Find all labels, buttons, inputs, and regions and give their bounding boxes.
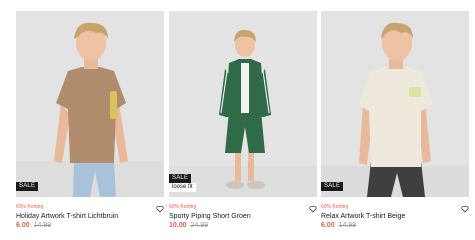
- wishlist-heart-icon[interactable]: [156, 205, 164, 213]
- sale-badge: SALE: [16, 182, 39, 191]
- product-meta: 60% Korting Relax Artwork T-shirt Beige …: [321, 204, 469, 230]
- original-price: 24.99: [190, 222, 209, 229]
- sale-badge: SALE: [321, 182, 344, 191]
- badge-group: SALE: [16, 182, 39, 191]
- price-row: 6.00 14.99: [16, 221, 164, 230]
- discount-label: 60% Korting: [16, 204, 44, 210]
- product-card[interactable]: SALE loose fit 60% Korting Sporty Piping…: [169, 11, 317, 236]
- product-name-link[interactable]: Holiday Artwork T-shirt Lichtbruin: [16, 212, 164, 221]
- price-row: 10.00 24.99: [169, 221, 317, 230]
- product-card[interactable]: SALE 60% Korting Relax Artwork T-shirt B…: [321, 11, 469, 236]
- product-grid: SALE 60% Korting Holiday Artwork T-shirt…: [0, 0, 475, 240]
- original-price: 14.99: [338, 222, 357, 229]
- product-image[interactable]: SALE: [321, 11, 469, 197]
- product-name-link[interactable]: Relax Artwork T-shirt Beige: [321, 212, 469, 221]
- product-photo-illustration: [169, 11, 317, 197]
- sale-price: 10.00: [169, 222, 187, 229]
- product-meta: 60% Korting Holiday Artwork T-shirt Lich…: [16, 204, 164, 230]
- fit-badge: loose fit: [169, 183, 196, 192]
- discount-label: 60% Korting: [169, 204, 197, 210]
- product-card[interactable]: SALE 60% Korting Holiday Artwork T-shirt…: [16, 11, 164, 236]
- product-photo-illustration: [321, 11, 469, 197]
- discount-label: 60% Korting: [321, 204, 349, 210]
- badge-group: SALE loose fit: [169, 174, 196, 192]
- product-image[interactable]: SALE: [16, 11, 164, 197]
- product-image[interactable]: SALE loose fit: [169, 11, 317, 197]
- original-price: 14.99: [33, 222, 52, 229]
- sale-price: 6.00: [16, 222, 30, 229]
- wishlist-heart-icon[interactable]: [309, 205, 317, 213]
- sale-badge: SALE: [169, 174, 192, 183]
- wishlist-heart-icon[interactable]: [461, 205, 469, 213]
- product-name-link[interactable]: Sporty Piping Short Groen: [169, 212, 317, 221]
- product-meta: 60% Korting Sporty Piping Short Groen 10…: [169, 204, 317, 230]
- badge-group: SALE: [321, 182, 344, 191]
- sale-price: 6.00: [321, 222, 335, 229]
- product-photo-illustration: [16, 11, 164, 197]
- price-row: 6.00 14.99: [321, 221, 469, 230]
